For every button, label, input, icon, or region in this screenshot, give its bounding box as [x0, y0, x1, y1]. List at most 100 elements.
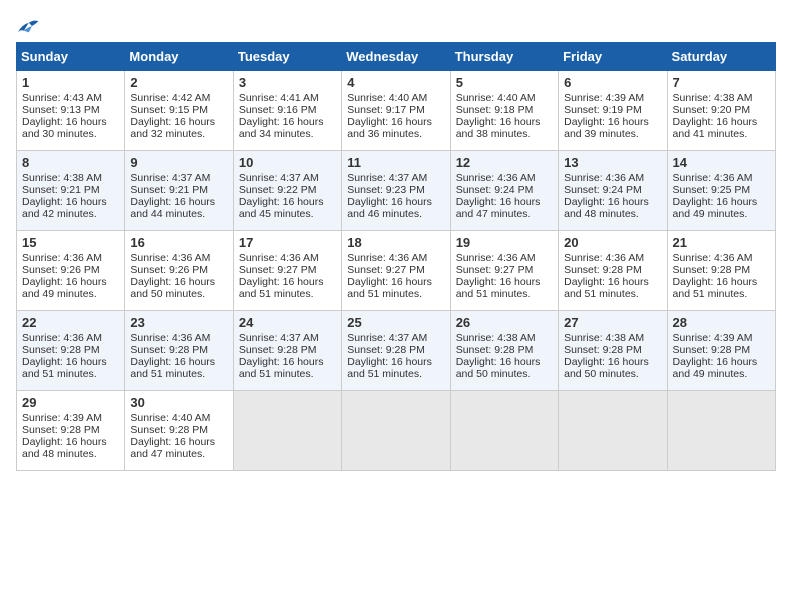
sunrise-text: Sunrise: 4:37 AM	[347, 332, 427, 344]
calendar-cell: 10Sunrise: 4:37 AMSunset: 9:22 PMDayligh…	[233, 151, 341, 231]
calendar-cell: 18Sunrise: 4:36 AMSunset: 9:27 PMDayligh…	[342, 231, 450, 311]
calendar-cell: 26Sunrise: 4:38 AMSunset: 9:28 PMDayligh…	[450, 311, 558, 391]
day-number: 15	[22, 235, 119, 250]
day-number: 7	[673, 75, 770, 90]
week-row-4: 22Sunrise: 4:36 AMSunset: 9:28 PMDayligh…	[17, 311, 776, 391]
day-number: 1	[22, 75, 119, 90]
day-number: 20	[564, 235, 661, 250]
sunset-text: Sunset: 9:24 PM	[456, 184, 534, 196]
sunset-text: Sunset: 9:27 PM	[239, 264, 317, 276]
sunrise-text: Sunrise: 4:36 AM	[673, 252, 753, 264]
sunset-text: Sunset: 9:21 PM	[130, 184, 208, 196]
sunset-text: Sunset: 9:16 PM	[239, 104, 317, 116]
daylight-text: Daylight: 16 hours and 48 minutes.	[22, 436, 107, 460]
sunset-text: Sunset: 9:17 PM	[347, 104, 425, 116]
sunset-text: Sunset: 9:24 PM	[564, 184, 642, 196]
day-number: 28	[673, 315, 770, 330]
daylight-text: Daylight: 16 hours and 30 minutes.	[22, 116, 107, 140]
sunrise-text: Sunrise: 4:36 AM	[347, 252, 427, 264]
day-number: 22	[22, 315, 119, 330]
sunrise-text: Sunrise: 4:36 AM	[130, 252, 210, 264]
sunset-text: Sunset: 9:21 PM	[22, 184, 100, 196]
sunrise-text: Sunrise: 4:40 AM	[456, 92, 536, 104]
sunset-text: Sunset: 9:28 PM	[22, 344, 100, 356]
calendar-cell: 19Sunrise: 4:36 AMSunset: 9:27 PMDayligh…	[450, 231, 558, 311]
calendar-cell: 9 Sunrise: 4:37 AMSunset: 9:21 PMDaylight…	[125, 151, 233, 231]
calendar-cell	[667, 391, 775, 471]
calendar-table: SundayMondayTuesdayWednesdayThursdayFrid…	[16, 42, 776, 471]
day-number: 17	[239, 235, 336, 250]
day-number: 23	[130, 315, 227, 330]
day-number: 26	[456, 315, 553, 330]
daylight-text: Daylight: 16 hours and 51 minutes.	[239, 276, 324, 300]
calendar-cell: 29Sunrise: 4:39 AMSunset: 9:28 PMDayligh…	[17, 391, 125, 471]
day-number: 12	[456, 155, 553, 170]
daylight-text: Daylight: 16 hours and 51 minutes.	[130, 356, 215, 380]
daylight-text: Daylight: 16 hours and 44 minutes.	[130, 196, 215, 220]
day-number: 14	[673, 155, 770, 170]
calendar-cell: 11Sunrise: 4:37 AMSunset: 9:23 PMDayligh…	[342, 151, 450, 231]
calendar-cell: 3Sunrise: 4:41 AMSunset: 9:16 PMDaylight…	[233, 71, 341, 151]
day-number: 3	[239, 75, 336, 90]
daylight-text: Daylight: 16 hours and 47 minutes.	[130, 436, 215, 460]
sunrise-text: Sunrise: 4:36 AM	[564, 252, 644, 264]
sunrise-text: Sunrise: 4:36 AM	[456, 172, 536, 184]
sunrise-text: Sunrise: 4:37 AM	[347, 172, 427, 184]
calendar-cell: 14Sunrise: 4:36 AMSunset: 9:25 PMDayligh…	[667, 151, 775, 231]
calendar-cell: 25Sunrise: 4:37 AMSunset: 9:28 PMDayligh…	[342, 311, 450, 391]
day-number: 2	[130, 75, 227, 90]
sunset-text: Sunset: 9:28 PM	[347, 344, 425, 356]
daylight-text: Daylight: 16 hours and 49 minutes.	[22, 276, 107, 300]
calendar-cell: 21Sunrise: 4:36 AMSunset: 9:28 PMDayligh…	[667, 231, 775, 311]
day-number: 4	[347, 75, 444, 90]
sunset-text: Sunset: 9:23 PM	[347, 184, 425, 196]
daylight-text: Daylight: 16 hours and 50 minutes.	[130, 276, 215, 300]
header-day-friday: Friday	[559, 43, 667, 71]
sunrise-text: Sunrise: 4:42 AM	[130, 92, 210, 104]
day-number: 6	[564, 75, 661, 90]
calendar-cell: 17Sunrise: 4:36 AMSunset: 9:27 PMDayligh…	[233, 231, 341, 311]
day-number: 18	[347, 235, 444, 250]
daylight-text: Daylight: 16 hours and 49 minutes.	[673, 356, 758, 380]
daylight-text: Daylight: 16 hours and 48 minutes.	[564, 196, 649, 220]
daylight-text: Daylight: 16 hours and 51 minutes.	[673, 276, 758, 300]
sunrise-text: Sunrise: 4:36 AM	[130, 332, 210, 344]
calendar-cell: 22Sunrise: 4:36 AMSunset: 9:28 PMDayligh…	[17, 311, 125, 391]
day-number: 24	[239, 315, 336, 330]
calendar-cell: 8Sunrise: 4:38 AMSunset: 9:21 PMDaylight…	[17, 151, 125, 231]
header-day-sunday: Sunday	[17, 43, 125, 71]
day-number: 19	[456, 235, 553, 250]
sunrise-text: Sunrise: 4:37 AM	[130, 172, 210, 184]
calendar-cell: 28Sunrise: 4:39 AMSunset: 9:28 PMDayligh…	[667, 311, 775, 391]
sunset-text: Sunset: 9:28 PM	[564, 264, 642, 276]
daylight-text: Daylight: 16 hours and 51 minutes.	[22, 356, 107, 380]
daylight-text: Daylight: 16 hours and 45 minutes.	[239, 196, 324, 220]
sunset-text: Sunset: 9:28 PM	[22, 424, 100, 436]
header-day-monday: Monday	[125, 43, 233, 71]
sunrise-text: Sunrise: 4:40 AM	[130, 412, 210, 424]
header	[16, 16, 776, 36]
sunrise-text: Sunrise: 4:38 AM	[564, 332, 644, 344]
day-number: 9	[130, 155, 227, 170]
sunset-text: Sunset: 9:19 PM	[564, 104, 642, 116]
daylight-text: Daylight: 16 hours and 51 minutes.	[347, 356, 432, 380]
daylight-text: Daylight: 16 hours and 50 minutes.	[564, 356, 649, 380]
logo-icon	[16, 16, 40, 36]
day-number: 16	[130, 235, 227, 250]
header-day-saturday: Saturday	[667, 43, 775, 71]
sunrise-text: Sunrise: 4:38 AM	[456, 332, 536, 344]
sunset-text: Sunset: 9:27 PM	[347, 264, 425, 276]
sunset-text: Sunset: 9:26 PM	[22, 264, 100, 276]
daylight-text: Daylight: 16 hours and 51 minutes.	[239, 356, 324, 380]
sunrise-text: Sunrise: 4:38 AM	[673, 92, 753, 104]
calendar-cell: 24Sunrise: 4:37 AMSunset: 9:28 PMDayligh…	[233, 311, 341, 391]
sunset-text: Sunset: 9:18 PM	[456, 104, 534, 116]
daylight-text: Daylight: 16 hours and 50 minutes.	[456, 356, 541, 380]
calendar-cell: 13Sunrise: 4:36 AMSunset: 9:24 PMDayligh…	[559, 151, 667, 231]
sunrise-text: Sunrise: 4:39 AM	[673, 332, 753, 344]
day-number: 13	[564, 155, 661, 170]
calendar-cell: 1Sunrise: 4:43 AMSunset: 9:13 PMDaylight…	[17, 71, 125, 151]
daylight-text: Daylight: 16 hours and 51 minutes.	[564, 276, 649, 300]
calendar-cell	[342, 391, 450, 471]
daylight-text: Daylight: 16 hours and 34 minutes.	[239, 116, 324, 140]
